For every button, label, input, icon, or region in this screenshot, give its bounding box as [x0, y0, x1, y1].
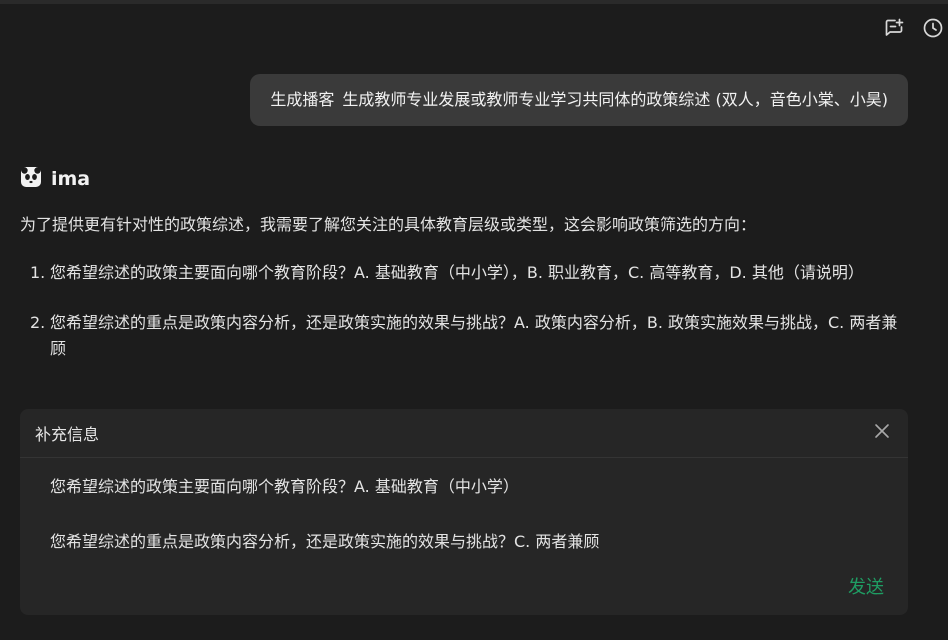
question-list: 1. 您希望综述的政策主要面向哪个教育阶段？A. 基础教育（中小学），B. 职业… [20, 260, 912, 386]
history-button[interactable] [920, 15, 946, 41]
top-strip [0, 0, 948, 4]
user-message-bubble: 生成播客 生成教师专业发展或教师专业学习共同体的政策综述 (双人，音色小棠、小昊… [250, 74, 908, 126]
supplement-answer-2[interactable]: 您希望综述的重点是政策内容分析，还是政策实施的效果与挑战？C. 两者兼顾 [35, 530, 614, 554]
supplement-header: 补充信息 [20, 409, 908, 458]
note-add-icon [883, 17, 905, 39]
question-text: 您希望综述的政策主要面向哪个教育阶段？A. 基础教育（中小学），B. 职业教育，… [50, 263, 864, 282]
close-button[interactable] [871, 422, 893, 444]
supplement-answer-1[interactable]: 您希望综述的政策主要面向哪个教育阶段？A. 基础教育（中小学） [35, 475, 534, 499]
clock-icon [922, 17, 944, 39]
question-number: 1. [30, 263, 46, 282]
assistant-intro: 为了提供更有针对性的政策综述，我需要了解您关注的具体教育层级或类型，这会影响政策… [20, 215, 757, 234]
send-button[interactable]: 发送 [848, 573, 884, 599]
assistant-name: ima [51, 168, 91, 190]
list-item: 1. 您希望综述的政策主要面向哪个教育阶段？A. 基础教育（中小学），B. 职业… [20, 260, 912, 286]
user-message-command: 生成播客 [270, 90, 335, 109]
list-item: 2. 您希望综述的重点是政策内容分析，还是政策实施的效果与挑战？A. 政策内容分… [20, 310, 912, 362]
close-icon [874, 423, 890, 443]
question-number: 2. [30, 313, 46, 332]
question-text: 您希望综述的重点是政策内容分析，还是政策实施的效果与挑战？A. 政策内容分析，B… [50, 313, 898, 358]
panda-icon [20, 166, 42, 192]
user-message-text: 生成教师专业发展或教师专业学习共同体的政策综述 (双人，音色小棠、小昊) [342, 90, 888, 109]
assistant-header: ima [20, 166, 90, 192]
supplement-title: 补充信息 [35, 425, 100, 444]
chat-window: 生成播客 生成教师专业发展或教师专业学习共同体的政策综述 (双人，音色小棠、小昊… [0, 0, 948, 640]
note-add-button[interactable] [881, 15, 907, 41]
supplement-panel: 补充信息 您希望综述的政策主要面向哪个教育阶段？A. 基础教育（中小学） 您希望… [20, 409, 908, 615]
